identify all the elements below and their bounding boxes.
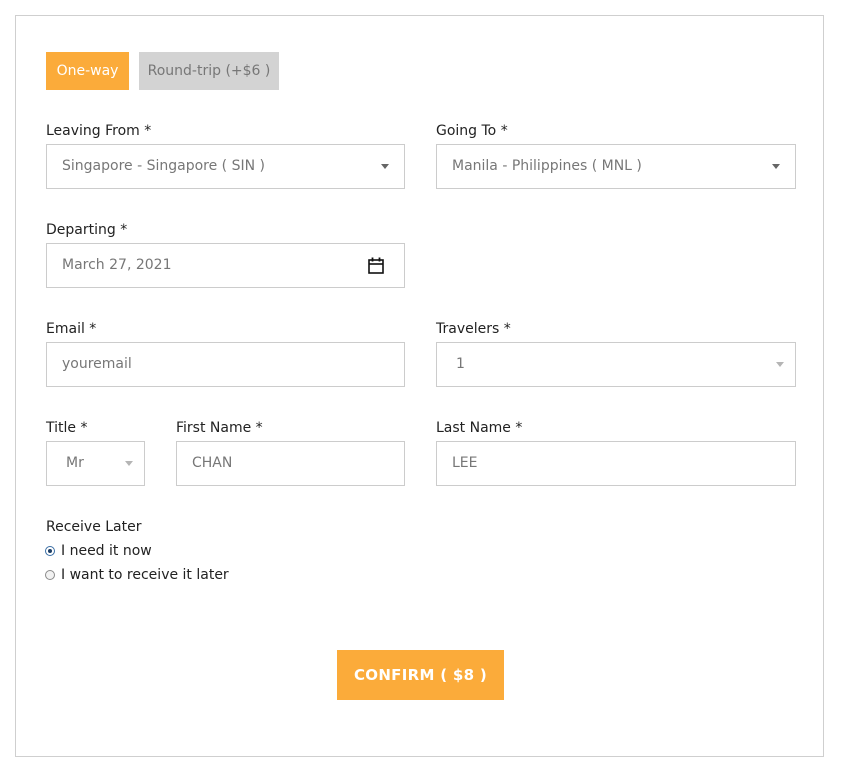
one-way-button[interactable]: One-way [46, 52, 129, 90]
last-name-label: Last Name * [436, 420, 523, 436]
email-label: Email * [46, 321, 97, 337]
radio-receive-later-label: I want to receive it later [61, 567, 229, 583]
going-to-value: Manila - Philippines ( MNL ) [452, 158, 642, 174]
first-name-field[interactable]: CHAN [176, 441, 405, 486]
title-select[interactable]: Mr [46, 441, 145, 486]
chevron-down-icon [776, 362, 784, 367]
travelers-select[interactable]: 1 [436, 342, 796, 387]
travelers-value: 1 [456, 356, 465, 372]
first-name-label: First Name * [176, 420, 263, 436]
email-placeholder: youremail [62, 356, 132, 372]
confirm-button[interactable]: CONFIRM ( $8 ) [337, 650, 504, 700]
departing-value: March 27, 2021 [62, 257, 172, 273]
radio-need-it-now-label: I need it now [61, 543, 152, 559]
going-to-select[interactable]: Manila - Philippines ( MNL ) [436, 144, 796, 189]
calendar-icon[interactable] [368, 257, 384, 274]
leaving-from-value: Singapore - Singapore ( SIN ) [62, 158, 265, 174]
leaving-from-select[interactable]: Singapore - Singapore ( SIN ) [46, 144, 405, 189]
radio-receive-later[interactable]: I want to receive it later [45, 566, 229, 584]
leaving-from-label: Leaving From * [46, 123, 152, 139]
first-name-value: CHAN [192, 455, 233, 471]
radio-unchecked-icon[interactable] [45, 570, 55, 580]
receive-later-label: Receive Later [46, 519, 142, 535]
round-trip-button[interactable]: Round-trip (+$6 ) [139, 52, 279, 90]
last-name-field[interactable]: LEE [436, 441, 796, 486]
travelers-label: Travelers * [436, 321, 511, 337]
booking-form-card: One-way Round-trip (+$6 ) Leaving From *… [15, 15, 824, 757]
radio-need-it-now[interactable]: I need it now [45, 542, 152, 560]
last-name-value: LEE [452, 455, 478, 471]
email-field[interactable]: youremail [46, 342, 405, 387]
chevron-down-icon [125, 461, 133, 466]
departing-label: Departing * [46, 222, 128, 238]
departing-date-input[interactable]: March 27, 2021 [46, 243, 405, 288]
title-label: Title * [46, 420, 88, 436]
radio-checked-icon[interactable] [45, 546, 55, 556]
chevron-down-icon [381, 164, 389, 169]
going-to-label: Going To * [436, 123, 508, 139]
chevron-down-icon [772, 164, 780, 169]
title-value: Mr [66, 455, 84, 471]
